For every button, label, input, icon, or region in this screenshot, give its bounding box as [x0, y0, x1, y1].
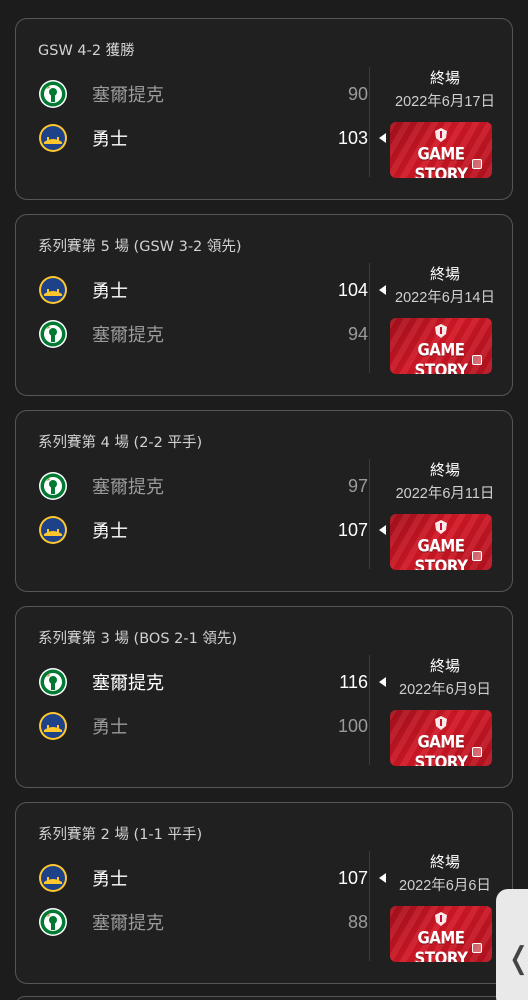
team-name: 勇士 [92, 129, 128, 150]
celtics-logo-icon [38, 319, 68, 349]
team-score: 107 [337, 867, 368, 888]
team-row[interactable]: 塞爾提克 90 [38, 77, 368, 111]
divider [369, 263, 370, 373]
game-card[interactable]: GSW 4-2 獲勝 塞爾提克 90 勇士 103 終場 2022年6月17日 … [15, 18, 513, 200]
team-score: 107 [337, 519, 368, 540]
game-story-button[interactable]: GAME STORY [390, 514, 492, 570]
play-icon [472, 551, 482, 561]
game-status: 終場 [429, 69, 460, 87]
play-icon [472, 943, 482, 953]
team-row[interactable]: 塞爾提克 88 [38, 905, 368, 939]
game-story-button[interactable]: GAME STORY [390, 906, 492, 962]
celtics-logo-icon [38, 907, 68, 937]
series-status-title: 系列賽第 2 場 (1-1 平手) [38, 827, 203, 843]
team-row[interactable]: 勇士 104 [38, 273, 386, 307]
play-icon [472, 747, 482, 757]
game-status: 終場 [429, 853, 460, 871]
game-card[interactable]: 系列賽第 4 場 (2-2 平手) 塞爾提克 97 勇士 107 終場 2022… [15, 410, 513, 592]
team-row[interactable]: 勇士 100 [38, 709, 368, 743]
team-row[interactable]: 勇士 103 [38, 121, 386, 155]
game-card[interactable]: 系列賽第 5 場 (GSW 3-2 領先) 勇士 104 塞爾提克 94 終場 … [15, 214, 513, 396]
divider [369, 459, 370, 569]
game-card[interactable]: 系列賽第 2 場 (1-1 平手) 勇士 107 塞爾提克 88 終場 2022… [15, 802, 513, 984]
celtics-logo-icon [38, 471, 68, 501]
team-name: 塞爾提克 [92, 325, 164, 346]
chevron-left-icon: ❬ [506, 941, 528, 976]
team-row[interactable]: 勇士 107 [38, 513, 386, 547]
team-score: 90 [347, 83, 368, 104]
team-name: 勇士 [92, 717, 128, 738]
game-date: 2022年6月6日 [399, 878, 491, 894]
game-story-button[interactable]: GAME STORY [390, 710, 492, 766]
next-game-card[interactable] [15, 996, 513, 1000]
series-status-title: GSW 4-2 獲勝 [38, 43, 135, 59]
team-name: 塞爾提克 [92, 673, 164, 694]
team-score: 104 [337, 279, 368, 300]
divider [369, 67, 370, 177]
game-feed: GSW 4-2 獲勝 塞爾提克 90 勇士 103 終場 2022年6月17日 … [0, 0, 528, 1000]
celtics-logo-icon [38, 79, 68, 109]
game-date: 2022年6月17日 [395, 94, 495, 110]
winner-arrow-icon [379, 525, 386, 535]
nba-finals-badge-icon [435, 324, 447, 338]
game-status: 終場 [429, 265, 460, 283]
team-name: 勇士 [92, 521, 128, 542]
team-row[interactable]: 塞爾提克 116 [38, 665, 386, 699]
side-drawer-tab[interactable]: ❬ [496, 889, 528, 1000]
team-name: 勇士 [92, 281, 128, 302]
team-score: 100 [337, 715, 368, 736]
team-name: 塞爾提克 [92, 477, 164, 498]
game-story-button[interactable]: GAME STORY [390, 318, 492, 374]
team-name: 勇士 [92, 869, 128, 890]
game-story-button[interactable]: GAME STORY [390, 122, 492, 178]
game-date: 2022年6月11日 [395, 486, 495, 502]
team-name: 塞爾提克 [92, 85, 164, 106]
game-date: 2022年6月9日 [399, 682, 491, 698]
series-status-title: 系列賽第 3 場 (BOS 2-1 領先) [38, 631, 238, 647]
team-name: 塞爾提克 [92, 913, 164, 934]
series-status-title: 系列賽第 5 場 (GSW 3-2 領先) [38, 239, 242, 255]
divider [369, 851, 370, 961]
warriors-logo-icon [38, 123, 68, 153]
nba-finals-badge-icon [435, 716, 447, 730]
series-status-title: 系列賽第 4 場 (2-2 平手) [38, 435, 203, 451]
warriors-logo-icon [38, 863, 68, 893]
celtics-logo-icon [38, 667, 68, 697]
team-score: 116 [339, 671, 368, 692]
game-status: 終場 [429, 657, 460, 675]
game-card[interactable]: 系列賽第 3 場 (BOS 2-1 領先) 塞爾提克 116 勇士 100 終場… [15, 606, 513, 788]
warriors-logo-icon [38, 515, 68, 545]
nba-finals-badge-icon [435, 912, 447, 926]
nba-finals-badge-icon [435, 520, 447, 534]
warriors-logo-icon [38, 275, 68, 305]
warriors-logo-icon [38, 711, 68, 741]
team-score: 103 [337, 127, 368, 148]
game-date: 2022年6月14日 [395, 290, 495, 306]
team-row[interactable]: 塞爾提克 97 [38, 469, 368, 503]
winner-arrow-icon [379, 133, 386, 143]
game-status: 終場 [429, 461, 460, 479]
team-row[interactable]: 勇士 107 [38, 861, 386, 895]
team-score: 97 [347, 475, 368, 496]
team-row[interactable]: 塞爾提克 94 [38, 317, 368, 351]
nba-finals-badge-icon [435, 128, 447, 142]
team-score: 94 [347, 323, 368, 344]
play-icon [472, 355, 482, 365]
divider [369, 655, 370, 765]
team-score: 88 [347, 911, 368, 932]
play-icon [472, 159, 482, 169]
